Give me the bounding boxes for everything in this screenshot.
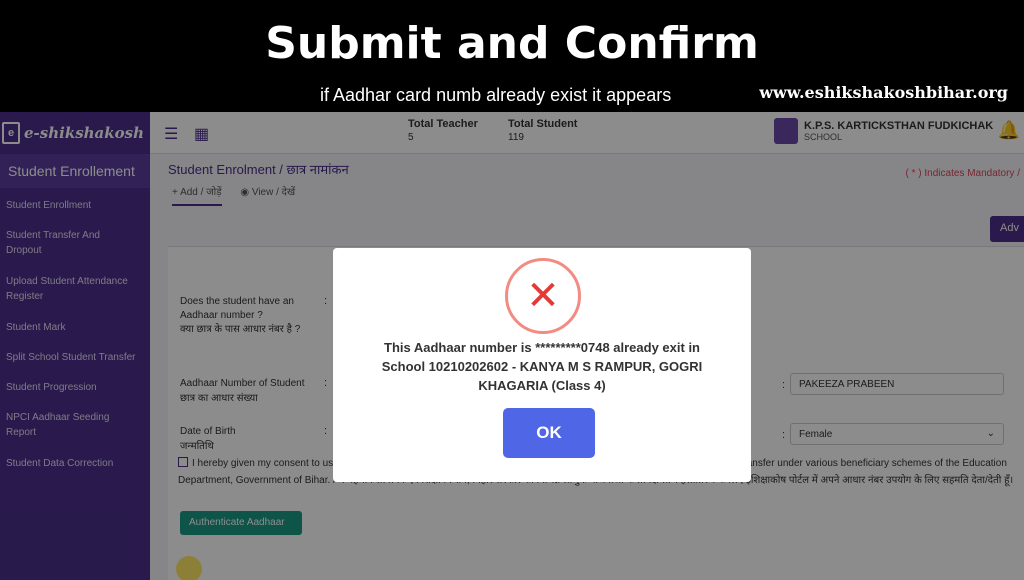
banner-url: www.eshikshakoshbihar.org: [759, 83, 1008, 102]
banner-title: Submit and Confirm: [265, 18, 759, 69]
error-dialog: ✕ This Aadhaar number is *********0748 a…: [333, 248, 751, 482]
video-banner: Submit and Confirm if Aadhar card numb a…: [0, 0, 1024, 112]
error-message: This Aadhaar number is *********0748 alr…: [381, 340, 703, 393]
screen: Submit and Confirm if Aadhar card numb a…: [0, 0, 1024, 580]
error-x-icon: ✕: [505, 258, 581, 334]
banner-subtitle: if Aadhar card numb already exist it app…: [320, 85, 672, 105]
ok-button[interactable]: OK: [503, 408, 595, 458]
